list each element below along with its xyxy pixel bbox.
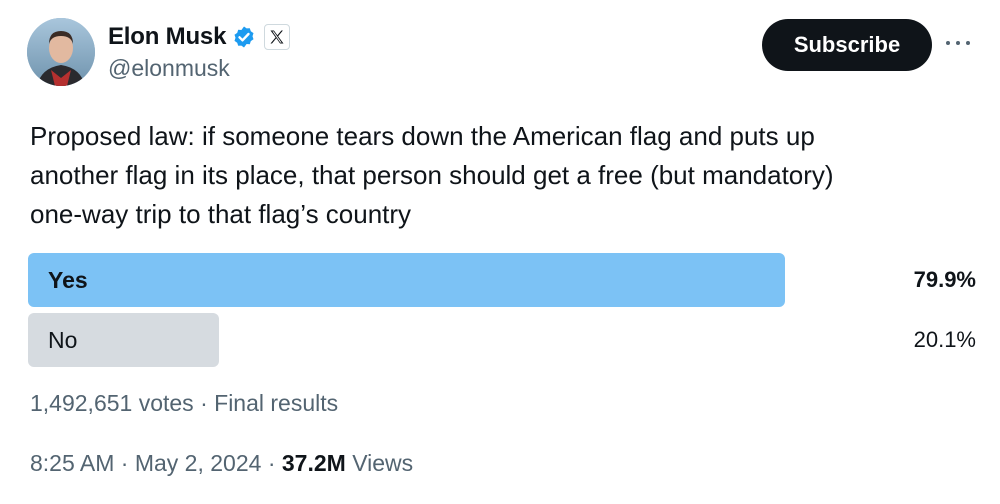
poll-option-label: Yes [48, 267, 88, 293]
more-dot [956, 41, 960, 45]
separator-dot: · [114, 450, 135, 476]
poll-option-percent: 20.1% [913, 327, 976, 352]
author-handle[interactable]: @elonmusk [108, 55, 230, 82]
poll-option-no: No 20.1% [28, 313, 976, 367]
tweet-text: Proposed law: if someone tears down the … [30, 121, 834, 229]
more-dot [946, 41, 950, 45]
views-count: 37.2M [281, 450, 346, 476]
poll-option-label: No [48, 327, 78, 353]
verified-badge-icon [234, 26, 254, 48]
avatar[interactable] [27, 18, 95, 86]
poll-summary: 1,492,651 votes · Final results [30, 390, 338, 417]
more-dot [966, 41, 970, 45]
author-name-row: Elon Musk [108, 20, 291, 54]
tweet-time[interactable]: 8:25 AM [30, 450, 114, 476]
poll-vote-count: 1,492,651 votes [30, 390, 194, 416]
subscribe-button[interactable]: Subscribe [762, 19, 932, 71]
poll-bar-yes [28, 253, 785, 307]
separator-dot: · [193, 390, 215, 416]
separator-dot: · [261, 450, 282, 476]
poll-option-yes: Yes 79.9% [28, 253, 976, 307]
more-dots-icon[interactable] [946, 33, 970, 53]
x-logo-glyph [270, 30, 284, 44]
tweet-date[interactable]: May 2, 2024 [135, 450, 262, 476]
tweet-card: Elon Musk @elonmusk Subscribe Proposed l… [0, 0, 1000, 504]
tweet-timestamp: 8:25 AM · May 2, 2024 · 37.2M Views [30, 450, 413, 477]
x-logo-icon[interactable] [264, 24, 291, 50]
poll-status: Final results [214, 390, 339, 416]
avatar-image [27, 18, 95, 86]
views-label: Views [345, 450, 414, 476]
poll-option-percent: 79.9% [913, 267, 976, 292]
author-display-name[interactable]: Elon Musk [108, 23, 226, 51]
